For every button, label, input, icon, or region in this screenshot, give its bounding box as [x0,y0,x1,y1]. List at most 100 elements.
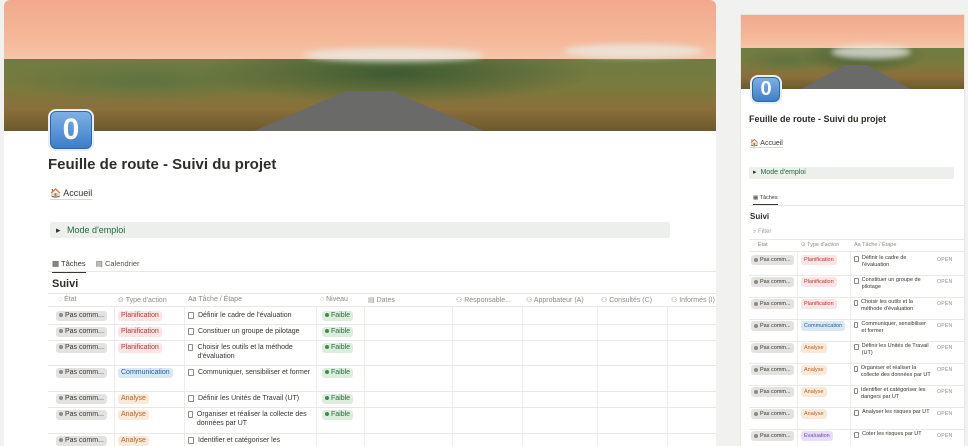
task-title[interactable]: Analyser les risques par UT [862,409,930,416]
side-type-cell[interactable]: Evaluation [801,431,833,441]
task-title[interactable]: Constituer un groupe de pilotage [198,327,300,336]
side-header-etat[interactable]: ◌ État [753,242,768,248]
side-status-cell[interactable]: Pas comm... [751,343,794,353]
side-task-cell[interactable]: Analyser les risques par UT [854,409,932,416]
task-title[interactable]: Définir le cadre de l'évaluation [862,255,932,269]
side-callout[interactable]: ▸ Mode d'emploi [749,167,954,179]
side-task-cell[interactable]: Choisir les outils et la méthode d'évalu… [854,299,932,313]
side-task-cell[interactable]: Identifier et catégoriser les dangers pa… [854,387,932,401]
status-cell[interactable]: Pas comm... [56,394,107,404]
column-header-approbateur[interactable]: ⚇ Approbateur (A) [526,296,584,304]
task-cell[interactable]: Définir le cadre de l'évaluation [188,311,314,320]
task-cell[interactable]: Choisir les outils et la méthode d'évalu… [188,343,314,361]
task-title[interactable]: Organiser et réaliser la collecte des do… [197,410,314,428]
open-button[interactable]: OPEN [937,389,952,395]
column-header-dates[interactable]: ▤ Dates [368,296,395,304]
type-cell[interactable]: Analyse [118,394,149,404]
type-cell[interactable]: Planification [118,343,162,353]
task-title[interactable]: Constituer un groupe de pilotage [862,277,932,291]
status-cell[interactable]: Pas comm... [56,410,107,420]
side-status-cell[interactable]: Pas comm... [751,255,794,265]
level-cell[interactable]: Faible [322,410,354,420]
type-cell[interactable]: Analyse [118,436,149,446]
column-header-niveau[interactable]: ◌ Niveau [320,296,348,303]
type-cell[interactable]: Planification [118,327,162,337]
side-status-cell[interactable]: Pas comm... [751,387,794,397]
task-title[interactable]: Organiser et réaliser la collecte des do… [861,365,932,379]
side-task-cell[interactable]: Organiser et réaliser la collecte des do… [854,365,932,379]
task-title[interactable]: Définir les Unités de Travail (UT) [198,394,299,403]
open-button[interactable]: OPEN [937,323,952,329]
task-title[interactable]: Identifier et catégoriser les dangers pa… [861,387,932,401]
open-button[interactable]: OPEN [937,411,952,417]
side-page-title[interactable]: Feuille de route - Suivi du projet [749,114,886,124]
level-cell[interactable]: Faible [322,327,354,337]
task-title[interactable]: Définir le cadre de l'évaluation [198,311,292,320]
side-header-type[interactable]: ⊙ Type d'action [801,242,839,248]
side-home-link[interactable]: 🏠 Accueil [750,139,783,148]
open-button[interactable]: OPEN [937,367,952,373]
column-header-type[interactable]: ⊙ Type d'action [118,296,167,304]
task-title[interactable]: Coter les risques par UT [862,431,922,438]
task-title[interactable]: Communiquer, sensibiliser et former [861,321,932,335]
side-status-cell[interactable]: Pas comm... [751,321,794,331]
page-icon[interactable]: 0 [48,109,94,151]
open-button[interactable]: OPEN [937,301,952,307]
level-cell[interactable]: Faible [322,343,354,353]
side-type-cell[interactable]: Analyse [801,409,827,419]
task-title[interactable]: Définir les Unités de Travail (UT) [862,343,932,357]
column-header-responsable[interactable]: ⚇ Responsable... [456,296,511,304]
side-status-cell[interactable]: Pas comm... [751,299,794,309]
task-cell[interactable]: Identifier et catégoriser les [188,436,314,445]
side-type-cell[interactable]: Planification [801,299,837,309]
task-title[interactable]: Choisir les outils et la méthode d'évalu… [861,299,932,313]
open-button[interactable]: OPEN [937,257,952,263]
callout-mode-emploi[interactable]: ▸ Mode d'emploi [50,222,670,238]
side-task-cell[interactable]: Constituer un groupe de pilotage [854,277,932,291]
column-header-tache[interactable]: Aa Tâche / Étape [188,296,242,303]
task-cell[interactable]: Communiquer, sensibiliser et former [188,368,314,377]
side-task-cell[interactable]: Définir les Unités de Travail (UT) [854,343,932,357]
toggle-triangle-icon[interactable]: ▸ [56,225,61,235]
side-type-cell[interactable]: Planification [801,277,837,287]
open-button[interactable]: OPEN [937,279,952,285]
side-type-cell[interactable]: Analyse [801,365,827,375]
column-header-consultes[interactable]: ⚇ Consultés (C) [601,296,652,304]
side-type-cell[interactable]: Planification [801,255,837,265]
status-cell[interactable]: Pas comm... [56,368,107,378]
column-header-etat[interactable]: ◌ État [58,296,77,303]
side-task-cell[interactable]: Définir le cadre de l'évaluation [854,255,932,269]
type-cell[interactable]: Analyse [118,410,149,420]
side-task-cell[interactable]: Coter les risques par UT [854,431,932,438]
side-status-cell[interactable]: Pas comm... [751,431,794,441]
status-cell[interactable]: Pas comm... [56,311,107,321]
tab-calendrier[interactable]: ▤ Calendrier [96,259,140,271]
level-cell[interactable]: Faible [322,368,354,378]
side-status-cell[interactable]: Pas comm... [751,365,794,375]
side-page-icon[interactable]: 0 [750,75,782,104]
status-cell[interactable]: Pas comm... [56,327,107,337]
side-task-cell[interactable]: Communiquer, sensibiliser et former [854,321,932,335]
side-status-cell[interactable]: Pas comm... [751,409,794,419]
type-cell[interactable]: Planification [118,311,162,321]
side-header-tache[interactable]: Aa Tâche / Étape [854,242,896,248]
side-type-cell[interactable]: Communication [801,321,846,331]
side-filter[interactable]: ⌕ Filter [753,229,771,236]
task-cell[interactable]: Organiser et réaliser la collecte des do… [188,410,314,428]
page-title[interactable]: Feuille de route - Suivi du projet [48,156,276,173]
level-cell[interactable]: Faible [322,394,354,404]
toggle-triangle-icon[interactable]: ▸ [753,169,757,176]
side-type-cell[interactable]: Analyse [801,343,827,353]
side-type-cell[interactable]: Analyse [801,387,827,397]
type-cell[interactable]: Communication [118,368,173,378]
home-link[interactable]: 🏠 Accueil [50,188,93,200]
status-cell[interactable]: Pas comm... [56,343,107,353]
side-status-cell[interactable]: Pas comm... [751,277,794,287]
status-cell[interactable]: Pas comm... [56,436,107,446]
open-button[interactable]: OPEN [937,345,952,351]
task-cell[interactable]: Définir les Unités de Travail (UT) [188,394,314,403]
task-title[interactable]: Communiquer, sensibiliser et former [198,368,310,377]
task-title[interactable]: Choisir les outils et la méthode d'évalu… [197,343,314,361]
level-cell[interactable]: Faible [322,311,354,321]
task-cell[interactable]: Constituer un groupe de pilotage [188,327,314,336]
